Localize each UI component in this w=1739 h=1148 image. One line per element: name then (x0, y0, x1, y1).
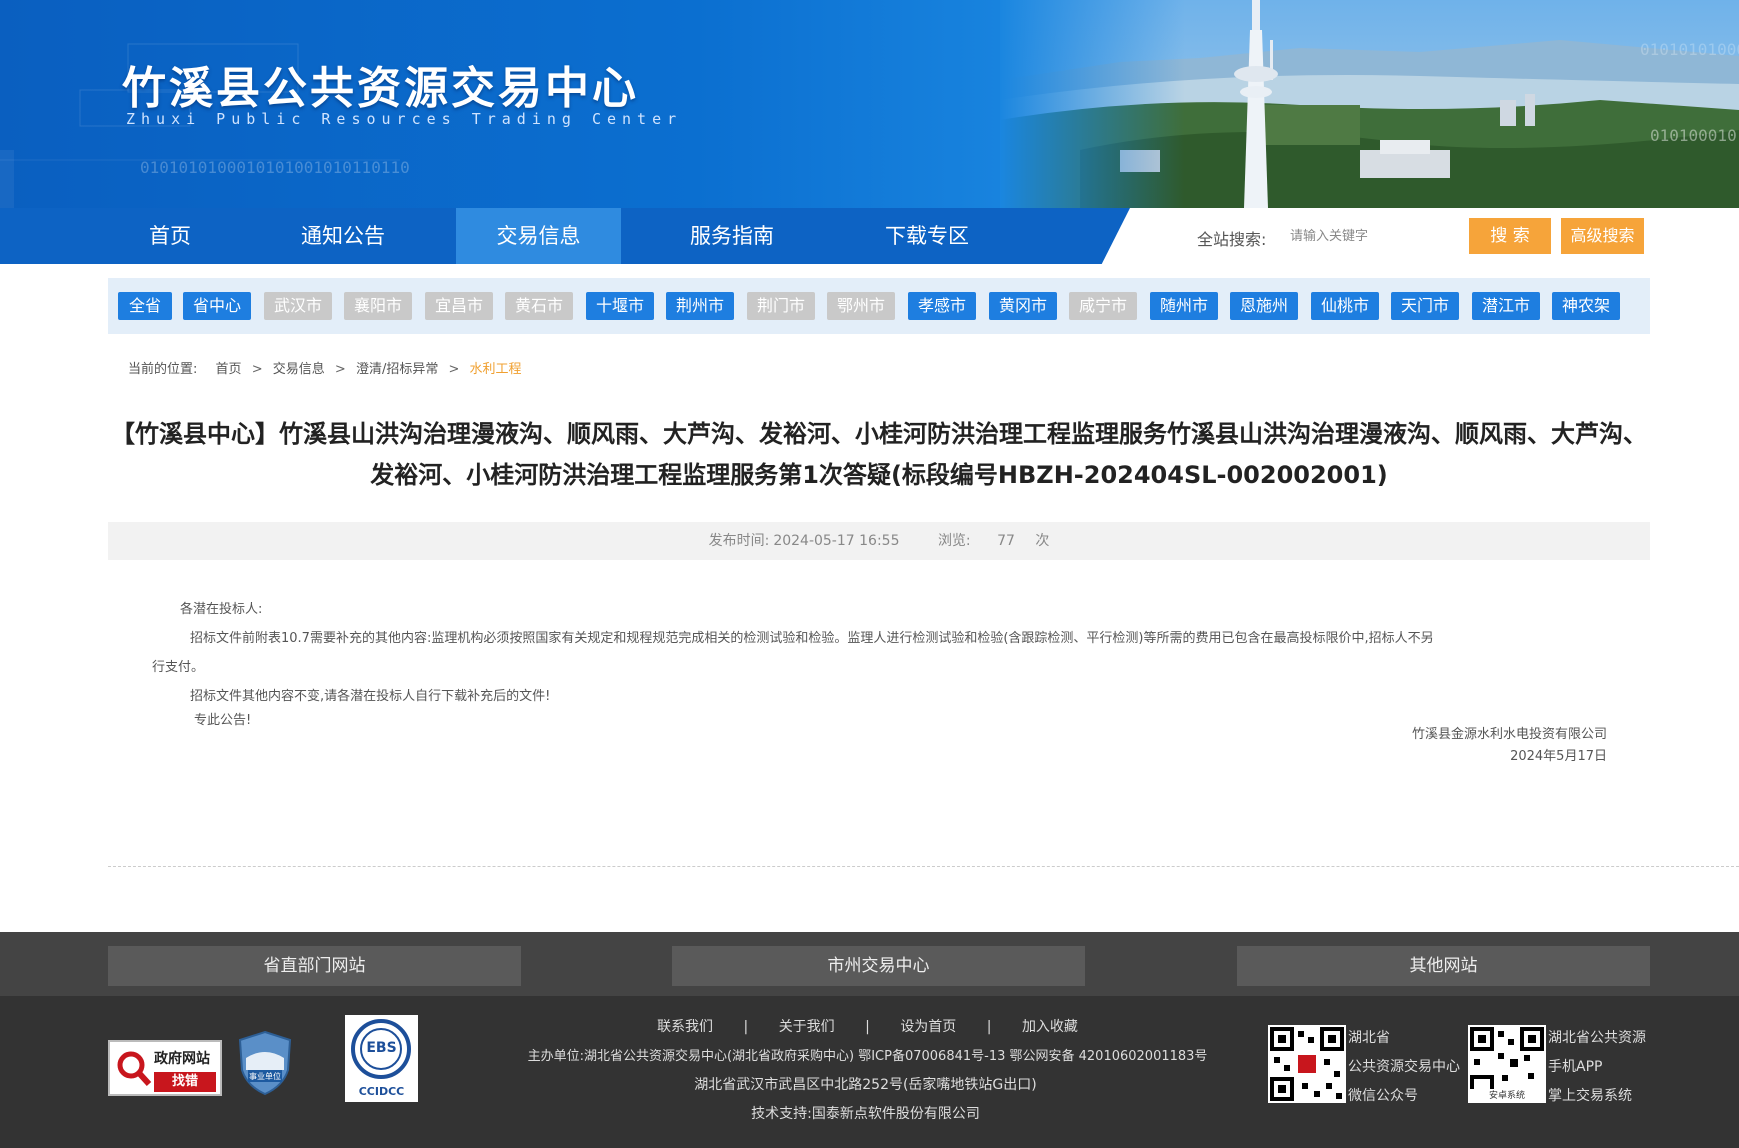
breadcrumb-current[interactable]: 水利工程 (470, 362, 522, 377)
footer-link-favorite[interactable]: 加入收藏 (1022, 1019, 1078, 1035)
footer-link-about[interactable]: 关于我们 (779, 1019, 835, 1035)
footer-link-band: 省直部门网站 市州交易中心 其他网站 (0, 932, 1739, 996)
region-tab[interactable]: 荆州市 (666, 292, 734, 320)
main-nav: 首页 通知公告 交易信息 服务指南 下载专区 全站搜索: 搜 索 高级搜索 (0, 208, 1739, 264)
article-title: 【竹溪县中心】竹溪县山洪沟治理漫液沟、顺风雨、大芦沟、发裕河、小桂河防洪治理工程… (111, 420, 1647, 489)
app-qr-code: 安卓系统 (1468, 1025, 1546, 1103)
breadcrumb-trade-info[interactable]: 交易信息 (273, 362, 325, 377)
region-tab[interactable]: 黄冈市 (989, 292, 1057, 320)
breadcrumb-separator: > (251, 362, 263, 377)
region-tab[interactable]: 宜昌市 (425, 292, 493, 320)
signature-date: 2024年5月17日 (1510, 749, 1607, 764)
nav-item-trade-info[interactable]: 交易信息 (456, 208, 621, 264)
publish-time: 2024-05-17 16:55 (773, 533, 900, 549)
breadcrumb-prefix: 当前的位置: (128, 362, 198, 377)
region-tab[interactable]: 神农架 (1552, 292, 1620, 320)
signature-company: 竹溪县金源水利水电投资有限公司 (1411, 727, 1607, 742)
nav-item-notice[interactable]: 通知公告 (278, 208, 408, 264)
footer-link-separator: | (743, 1019, 749, 1035)
publish-label: 发布时间: (708, 533, 770, 549)
region-tab[interactable]: 全省 (118, 292, 172, 320)
banner-binary-text: 0101010100010101001010110110 (140, 158, 410, 177)
search-button[interactable]: 搜 索 (1469, 218, 1551, 254)
app-qr-caption: 湖北省公共资源 手机APP 掌上交易系统 (1548, 1024, 1646, 1111)
views-unit: 次 (1035, 533, 1050, 549)
region-tab[interactable]: 武汉市 (264, 292, 332, 320)
region-tab[interactable]: 潜江市 (1472, 292, 1540, 320)
region-tab[interactable]: 仙桃市 (1311, 292, 1379, 320)
footer-tab-other[interactable]: 其他网站 (1237, 946, 1650, 986)
region-filter-bar: 全省 省中心 武汉市 襄阳市 宜昌市 黄石市 十堰市 荆州市 荆门市 鄂州市 孝… (108, 278, 1650, 334)
breadcrumb-home[interactable]: 首页 (216, 362, 242, 377)
region-tab[interactable]: 孝感市 (908, 292, 976, 320)
region-tab[interactable]: 随州市 (1150, 292, 1218, 320)
site-title: 竹溪县公共资源交易中心 (122, 63, 639, 114)
views-count: 77 (997, 533, 1015, 549)
nav-item-download[interactable]: 下载专区 (862, 208, 992, 264)
breadcrumb-separator: > (334, 362, 346, 377)
city-tower-image (1000, 0, 1739, 208)
search-input[interactable] (1280, 218, 1470, 254)
region-tab[interactable]: 恩施州 (1230, 292, 1298, 320)
content-paragraph: 专此公告! (194, 713, 252, 728)
qr-caption-line: 公共资源交易中心 (1348, 1059, 1460, 1075)
footer-tab-city[interactable]: 市州交易中心 (672, 946, 1085, 986)
region-tab[interactable]: 黄石市 (505, 292, 573, 320)
divider (108, 866, 1739, 867)
region-tab[interactable]: 天门市 (1391, 292, 1459, 320)
region-tab[interactable]: 襄阳市 (344, 292, 412, 320)
footer-link-set-home[interactable]: 设为首页 (900, 1019, 956, 1035)
header-banner: 0101010100010101001010110110 0101010100 0… (0, 0, 1739, 208)
nav-item-service-guide[interactable]: 服务指南 (667, 208, 797, 264)
qr-caption-line: 手机APP (1548, 1059, 1603, 1075)
qr-caption-line: 湖北省 (1348, 1030, 1390, 1046)
qr-caption-line: 掌上交易系统 (1548, 1088, 1632, 1104)
wechat-qr-caption: 湖北省 公共资源交易中心 微信公众号 (1348, 1024, 1460, 1111)
qr-code-icon (1270, 1027, 1344, 1101)
content-paragraph: 招标文件前附表10.7需要补充的其他内容:监理机构必须按照国家有关规定和规程规范… (190, 631, 1434, 646)
qr-label: 安卓系统 (1468, 1089, 1546, 1103)
qr-caption-line: 微信公众号 (1348, 1088, 1418, 1104)
footer-link-separator: | (865, 1019, 870, 1035)
region-tab[interactable]: 咸宁市 (1069, 292, 1137, 320)
banner-binary-text: 0101010100010 (1640, 40, 1739, 59)
wechat-qr-code (1268, 1025, 1346, 1103)
banner-binary-text: 010100010 (1650, 126, 1737, 145)
breadcrumb-clarification[interactable]: 澄清/招标异常 (356, 362, 438, 377)
region-tab[interactable]: 十堰市 (586, 292, 654, 320)
breadcrumb: 当前的位置: 首页 > 交易信息 > 澄清/招标异常 > 水利工程 (128, 358, 528, 377)
content-greeting: 各潜在投标人: (180, 602, 263, 617)
footer-tech-support: 技术支持:国泰新点软件股份有限公司 (751, 1106, 980, 1122)
content-paragraph: 招标文件其他内容不变,请各潜在投标人自行下载补充后的文件! (190, 689, 551, 704)
article-content: 各潜在投标人: 招标文件前附表10.7需要补充的其他内容:监理机构必须按照国家有… (152, 595, 1607, 731)
footer-link-contact[interactable]: 联系我们 (657, 1019, 713, 1035)
qr-caption-line: 湖北省公共资源 (1548, 1030, 1646, 1046)
region-tab[interactable]: 省中心 (183, 292, 251, 320)
footer-link-separator: | (986, 1019, 992, 1035)
footer-tab-provincial[interactable]: 省直部门网站 (108, 946, 521, 986)
site-subtitle: Zhuxi Public Resources Trading Center (126, 110, 683, 128)
search-label: 全站搜索: (1197, 230, 1267, 249)
region-tab[interactable]: 荆门市 (747, 292, 815, 320)
article-meta: 发布时间: 2024-05-17 16:55 浏览: 77 次 (108, 522, 1650, 560)
breadcrumb-separator: > (448, 362, 460, 377)
advanced-search-button[interactable]: 高级搜索 (1561, 218, 1644, 254)
article-signature: 竹溪县金源水利水电投资有限公司 2024年5月17日 (1412, 724, 1607, 768)
content-paragraph: 行支付。 (152, 660, 205, 675)
region-tab[interactable]: 鄂州市 (827, 292, 895, 320)
nav-item-home[interactable]: 首页 (110, 208, 230, 264)
views-label: 浏览: (937, 533, 971, 549)
